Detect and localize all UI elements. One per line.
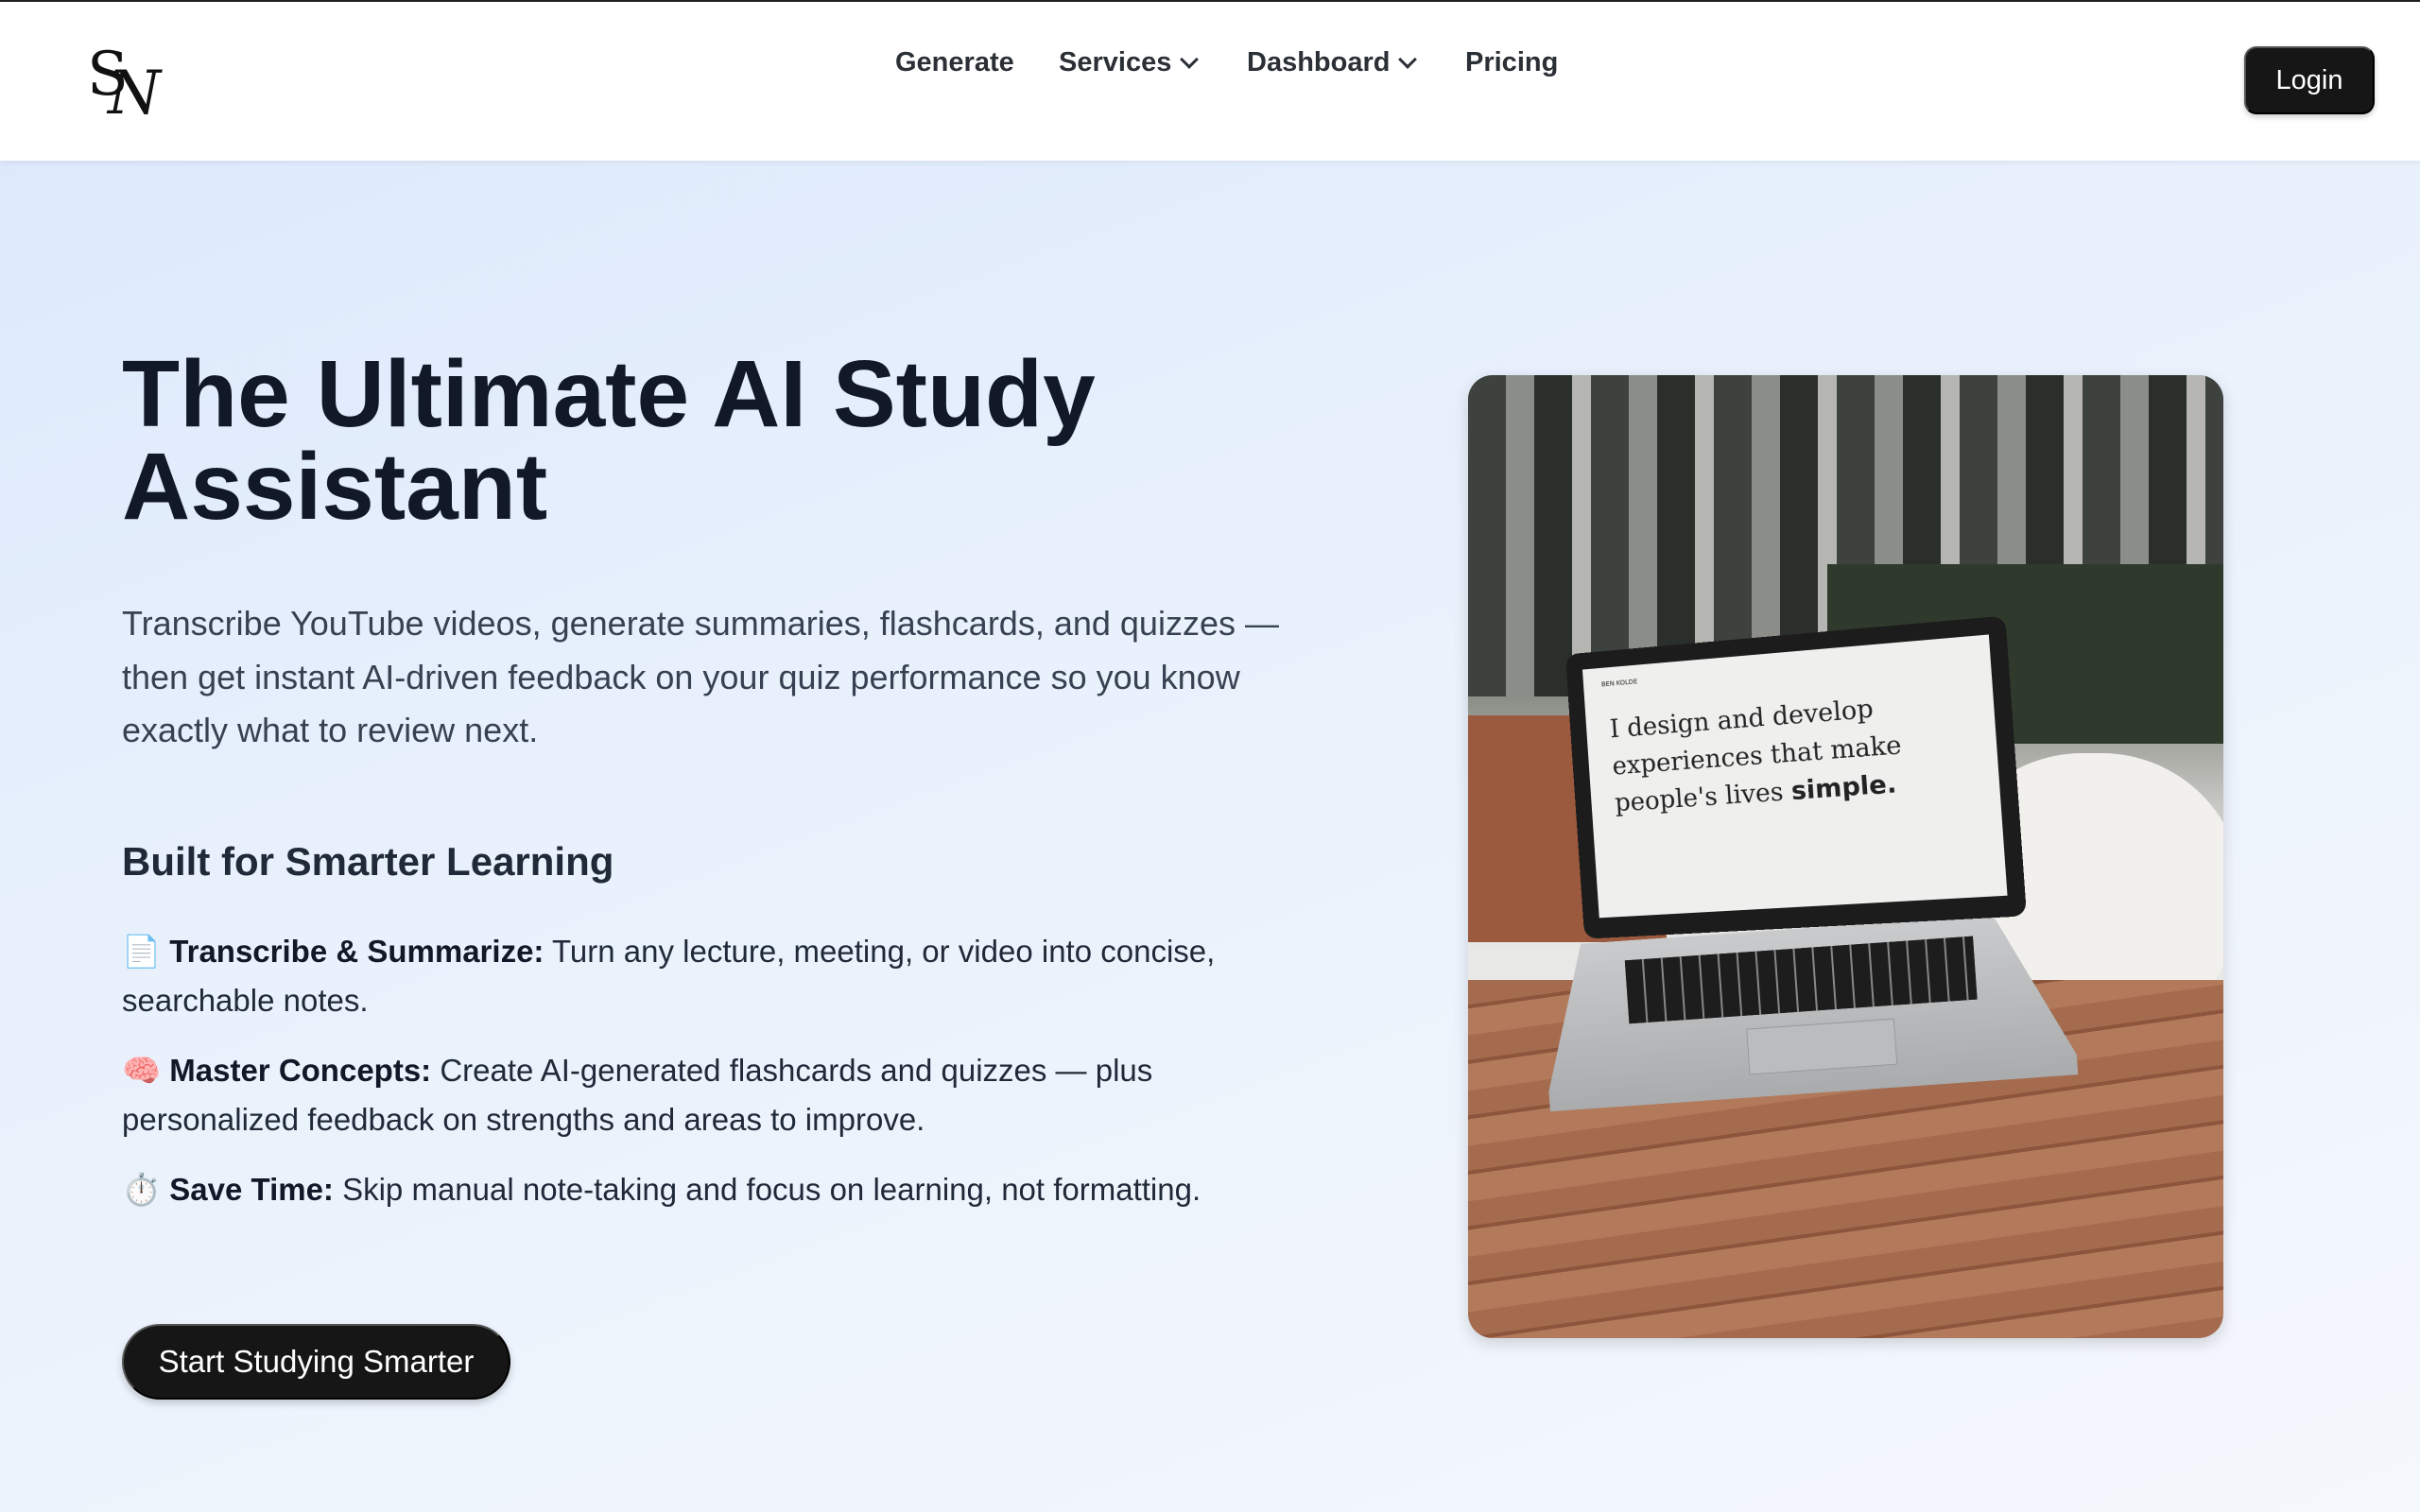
- brain-icon: 🧠: [122, 1053, 162, 1088]
- feature-item: 📄 Transcribe & Summarize: Turn any lectu…: [122, 927, 1294, 1025]
- chevron-down-icon: [1398, 49, 1418, 69]
- nav-dashboard[interactable]: Dashboard: [1247, 47, 1418, 78]
- trackpad: [1746, 1018, 1897, 1074]
- nav-pricing[interactable]: Pricing: [1465, 47, 1558, 78]
- nav-services[interactable]: Services: [1059, 47, 1200, 78]
- document-icon: 📄: [122, 934, 162, 969]
- feature-text: Skip manual note-taking and focus on lea…: [342, 1172, 1201, 1207]
- screen-brand: BEN KOLDE: [1600, 678, 1638, 689]
- laptop-screen: BEN KOLDE I design and develop experienc…: [1564, 615, 2028, 939]
- feature-title: Transcribe & Summarize:: [169, 934, 544, 969]
- stopwatch-icon: ⏱️: [122, 1172, 162, 1207]
- feature-item: ⏱️ Save Time: Skip manual note-taking an…: [122, 1165, 1294, 1214]
- nav-generate[interactable]: Generate: [895, 47, 1014, 78]
- features-heading: Built for Smarter Learning: [122, 839, 614, 884]
- nav-label: Services: [1059, 47, 1172, 77]
- hero-image-laptop: BEN KOLDE I design and develop experienc…: [1468, 375, 2223, 1338]
- nav-label: Dashboard: [1247, 47, 1391, 77]
- screen-text-bold: simple.: [1789, 769, 1898, 806]
- chevron-down-icon: [1180, 49, 1200, 69]
- feature-list: 📄 Transcribe & Summarize: Turn any lectu…: [122, 927, 1294, 1235]
- feature-item: 🧠 Master Concepts: Create AI-generated f…: [122, 1046, 1294, 1144]
- page-title: The Ultimate AI Study Assistant: [122, 341, 1096, 540]
- keyboard: [1624, 936, 1977, 1023]
- hero-description: Transcribe YouTube videos, generate summ…: [122, 604, 1279, 749]
- feature-title: Master Concepts:: [169, 1053, 432, 1088]
- nav-label: Generate: [895, 47, 1014, 77]
- login-button[interactable]: Login: [2244, 46, 2375, 114]
- site-header: S N Generate Services Dashboard Pricing …: [0, 2, 2420, 161]
- feature-title: Save Time:: [169, 1172, 334, 1207]
- start-studying-button[interactable]: Start Studying Smarter: [122, 1324, 510, 1400]
- screen-content: BEN KOLDE I design and develop experienc…: [1582, 634, 2008, 919]
- logo-n: N: [108, 59, 161, 129]
- logo[interactable]: S N: [87, 40, 177, 129]
- nav-label: Pricing: [1465, 47, 1559, 77]
